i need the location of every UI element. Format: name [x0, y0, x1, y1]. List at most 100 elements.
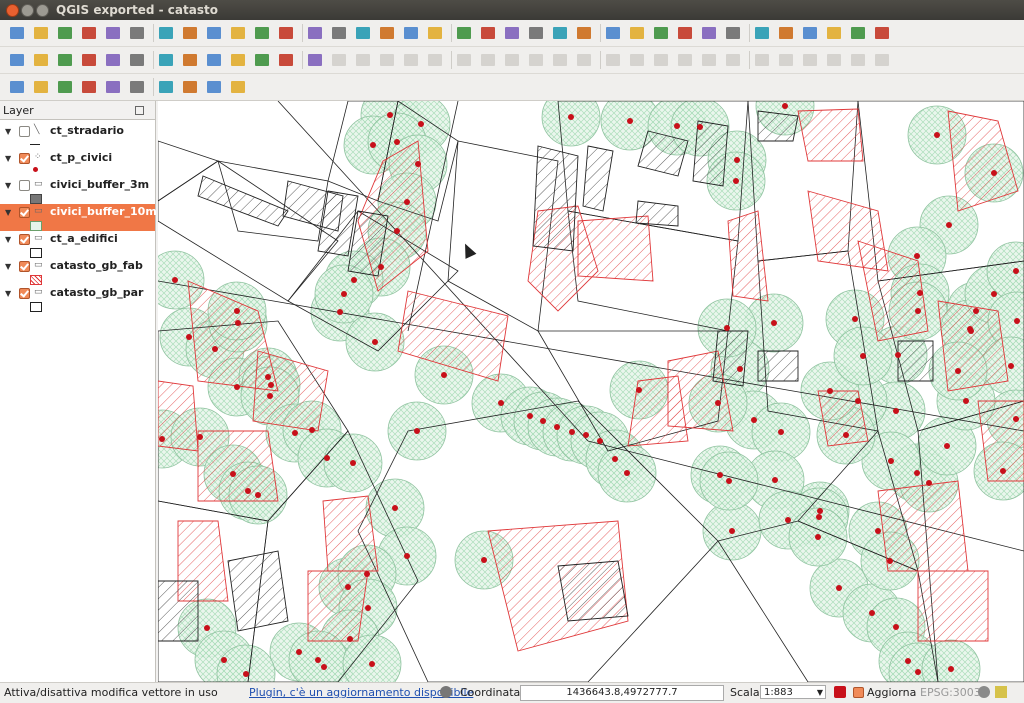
label-rotate-icon[interactable] — [801, 25, 819, 41]
delete-part-icon[interactable] — [676, 52, 694, 68]
plugin-c-icon[interactable] — [128, 79, 146, 95]
plugin-e-icon[interactable] — [181, 79, 199, 95]
plugin-d-icon[interactable] — [157, 79, 175, 95]
add-postgis-icon[interactable] — [527, 25, 545, 41]
label-tool-icon[interactable] — [700, 25, 718, 41]
toggle-editing-icon[interactable] — [253, 52, 271, 68]
plugin-f-icon[interactable] — [205, 79, 223, 95]
add-spatialite-icon[interactable] — [551, 25, 569, 41]
cut-features-icon[interactable] — [426, 52, 444, 68]
zoom-selection-icon[interactable] — [306, 25, 324, 41]
layer-item-catasto_gb_fab[interactable]: ▼ ▭ catasto_gb_fab — [0, 258, 155, 285]
delete-ring-icon[interactable] — [652, 52, 670, 68]
zoom-layer-icon[interactable] — [330, 25, 348, 41]
add-feature-icon[interactable] — [330, 52, 348, 68]
add-wms-icon[interactable] — [575, 25, 593, 41]
redo-icon[interactable] — [527, 52, 545, 68]
undo-icon[interactable] — [503, 52, 521, 68]
add-delimited-icon[interactable] — [652, 25, 670, 41]
zoom-full-icon[interactable] — [277, 25, 295, 41]
measure-icon[interactable] — [157, 52, 175, 68]
expand-icon[interactable]: ▼ — [5, 262, 11, 271]
select-features-icon[interactable] — [56, 52, 74, 68]
expand-icon[interactable]: ▼ — [5, 127, 11, 136]
layer-item-ct_a_edifici[interactable]: ▼ ▭ ct_a_edifici — [0, 231, 155, 258]
fill-ring-icon[interactable] — [628, 52, 646, 68]
simplify-icon[interactable] — [551, 52, 569, 68]
layer-item-civici_buffer_3m[interactable]: ▼ ▭ civici_buffer_3m — [0, 177, 155, 204]
db-manager-1-icon[interactable] — [8, 79, 26, 95]
maximize-icon[interactable] — [36, 4, 49, 17]
expand-icon[interactable]: ▼ — [5, 235, 11, 244]
add-wcs-icon[interactable] — [604, 25, 622, 41]
save-edits-icon[interactable] — [306, 52, 324, 68]
expand-icon[interactable]: ▼ — [5, 289, 11, 298]
composer-manager-icon[interactable] — [128, 25, 146, 41]
rotate-point-icon[interactable] — [849, 52, 867, 68]
expand-icon[interactable]: ▼ — [5, 208, 11, 217]
new-project-icon[interactable] — [8, 25, 26, 41]
zoom-native-icon[interactable] — [253, 25, 271, 41]
add-ring-icon[interactable] — [575, 52, 593, 68]
expand-icon[interactable]: ▼ — [5, 181, 11, 190]
add-raster-icon[interactable] — [503, 25, 521, 41]
plugin-g-icon[interactable] — [229, 79, 247, 95]
reshape-icon[interactable] — [700, 52, 718, 68]
merge-features-icon[interactable] — [801, 52, 819, 68]
layer-visibility-checkbox[interactable] — [19, 153, 30, 164]
split-features-icon[interactable] — [753, 52, 771, 68]
save-as-icon[interactable] — [80, 25, 98, 41]
layer-item-catasto_gb_par[interactable]: ▼ ▭ catasto_gb_par — [0, 285, 155, 312]
layer-visibility-checkbox[interactable] — [19, 126, 30, 137]
open-attribute-table-icon[interactable] — [104, 52, 122, 68]
save-project-icon[interactable] — [56, 25, 74, 41]
label-change-icon[interactable] — [825, 25, 843, 41]
zoom-last-icon[interactable] — [354, 25, 372, 41]
new-shapefile-icon[interactable] — [426, 25, 444, 41]
text-annotation-icon[interactable] — [205, 52, 223, 68]
layer-visibility-checkbox[interactable] — [19, 234, 30, 245]
zoom-next-icon[interactable] — [378, 25, 396, 41]
pan-to-selection-icon[interactable] — [181, 25, 199, 41]
offset-curve-icon[interactable] — [724, 52, 742, 68]
whats-this-icon-icon[interactable] — [873, 25, 891, 41]
copy-features-icon[interactable] — [455, 52, 473, 68]
coordinate-field[interactable]: 1436643.8,4972777.7 — [520, 685, 724, 701]
new-spatialite-icon[interactable] — [455, 25, 473, 41]
crs-icon[interactable] — [978, 686, 990, 698]
refresh-icon[interactable] — [402, 25, 420, 41]
add-oracle-icon[interactable] — [676, 25, 694, 41]
identify-icon[interactable] — [8, 52, 26, 68]
rotate-symbols-icon[interactable] — [873, 52, 891, 68]
map-render[interactable] — [158, 101, 1024, 682]
node-tool-icon[interactable] — [378, 52, 396, 68]
render-checkbox[interactable] — [853, 687, 864, 698]
stop-render-icon[interactable] — [834, 686, 846, 698]
scale-field[interactable]: 1:883 ▼ — [760, 685, 826, 699]
zoom-out-icon[interactable] — [229, 25, 247, 41]
close-icon[interactable] — [6, 4, 19, 17]
action-icon[interactable] — [32, 52, 50, 68]
open-project-icon[interactable] — [32, 25, 50, 41]
zoom-in-icon[interactable] — [205, 25, 223, 41]
expand-icon[interactable]: ▼ — [5, 154, 11, 163]
db-manager-3-icon[interactable] — [56, 79, 74, 95]
layer-visibility-checkbox[interactable] — [19, 180, 30, 191]
layer-visibility-checkbox[interactable] — [19, 207, 30, 218]
annotation-icon[interactable] — [181, 52, 199, 68]
print-composer-icon[interactable] — [104, 25, 122, 41]
help-icon-icon[interactable] — [849, 25, 867, 41]
minimize-icon[interactable] — [21, 4, 34, 17]
layer-item-ct_p_civici[interactable]: ▼ ⁘ ct_p_civici — [0, 150, 155, 177]
label-move-icon[interactable] — [777, 25, 795, 41]
add-part-icon[interactable] — [604, 52, 622, 68]
current-edits-icon[interactable] — [277, 52, 295, 68]
db-manager-2-icon[interactable] — [32, 79, 50, 95]
label-pin-icon[interactable] — [724, 25, 742, 41]
layer-item-civici_buffer_10m[interactable]: ▼ ▭ civici_buffer_10m — [0, 204, 157, 231]
map-canvas[interactable] — [158, 101, 1024, 682]
move-feature-icon[interactable] — [354, 52, 372, 68]
plugin-b-icon[interactable] — [104, 79, 122, 95]
pan-icon[interactable] — [157, 25, 175, 41]
toggle-extents-icon[interactable] — [440, 686, 452, 698]
